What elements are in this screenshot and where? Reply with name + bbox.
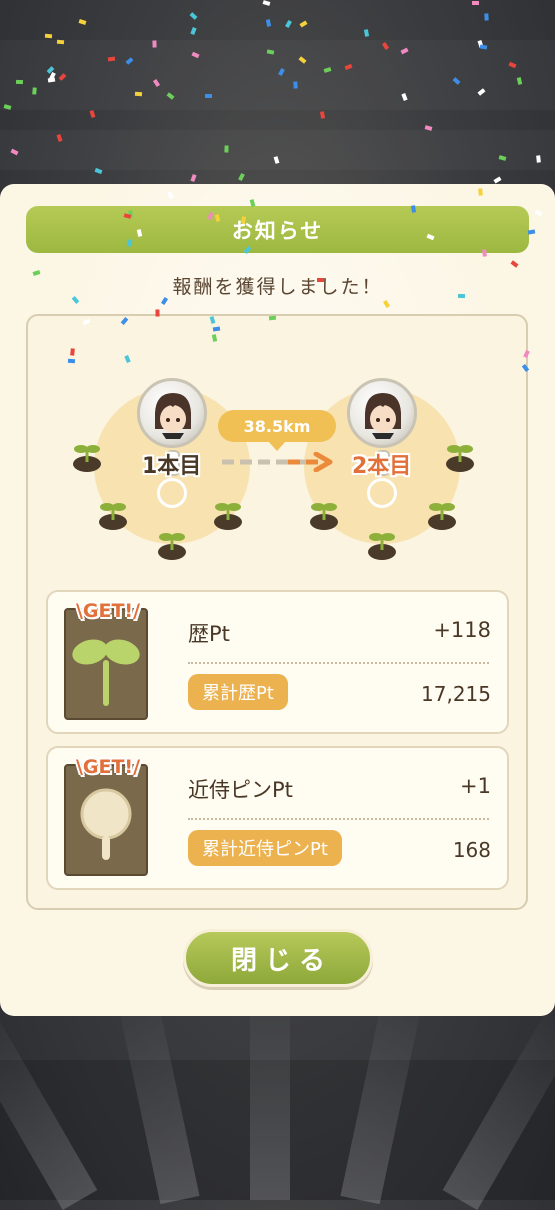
confetti-piece <box>69 348 75 356</box>
divider <box>188 662 489 664</box>
divider <box>188 818 489 820</box>
sprout-icon <box>368 533 396 560</box>
confetti-piece <box>472 0 480 5</box>
confetti-piece <box>190 173 197 182</box>
total-label-pill: 累計近侍ピンPt <box>188 830 342 866</box>
confetti-piece <box>44 33 52 38</box>
get-badge: \GET!/ <box>75 600 141 622</box>
confetti-piece <box>482 249 487 258</box>
sprout-icon <box>446 445 474 472</box>
confetti-piece <box>78 19 87 26</box>
from-tree-label: 1本目 <box>142 454 202 479</box>
confetti-piece <box>224 145 229 153</box>
confetti-piece <box>479 44 487 50</box>
total-label-pill: 累計歴Pt <box>188 674 288 710</box>
reward-card: \GET!/ 近侍ピンPt +1 累計近侍ピンPt 168 <box>46 746 509 890</box>
distance-bubble-tail <box>268 441 286 451</box>
confetti-piece <box>152 40 157 48</box>
reward-name: 歴Pt <box>188 622 230 646</box>
confetti-piece <box>15 79 23 84</box>
sprout-icon <box>73 445 101 472</box>
confetti-piece <box>536 155 541 163</box>
sprout-icon <box>64 608 148 720</box>
dialog-subtitle: 報酬を獲得しました！ <box>172 276 383 298</box>
confetti-piece <box>477 188 483 197</box>
sprout-icon <box>310 503 338 530</box>
confetti-piece <box>299 20 308 28</box>
confetti-piece <box>107 56 116 62</box>
sprout-icon <box>158 533 186 560</box>
total-value: 168 <box>452 838 491 862</box>
character-face-icon <box>155 393 191 439</box>
background-band <box>0 40 555 110</box>
confetti-piece <box>410 205 416 213</box>
sprout-icon <box>214 503 242 530</box>
confetti-piece <box>47 77 55 83</box>
confetti-piece <box>205 93 213 98</box>
large-sprout-icon <box>72 639 140 706</box>
confetti-piece <box>56 39 64 45</box>
confetti-piece <box>31 87 37 96</box>
character-pin-icon <box>137 378 207 448</box>
reward-name: 近侍ピンPt <box>188 778 293 802</box>
confetti-piece <box>89 110 96 119</box>
confetti-piece <box>67 359 75 364</box>
pin-ring <box>157 478 187 508</box>
total-value: 17,215 <box>421 682 491 706</box>
dashed-arrow-icon <box>222 452 333 472</box>
confetti-piece <box>316 278 324 283</box>
sprout-icon <box>428 503 456 530</box>
reward-gain: +118 <box>433 618 491 642</box>
confetti-piece <box>265 18 271 27</box>
confetti-piece <box>528 229 536 235</box>
pin-ring <box>367 478 397 508</box>
get-badge: \GET!/ <box>75 756 141 778</box>
confetti-piece <box>285 19 293 28</box>
confetti-piece <box>262 0 271 6</box>
dialog-header: お知らせ <box>26 206 529 253</box>
confetti-piece <box>363 28 369 37</box>
confetti-piece <box>458 293 466 299</box>
character-pin-icon <box>347 378 417 448</box>
distance-bubble: 38.5km <box>218 410 336 442</box>
confetti-piece <box>493 176 502 184</box>
close-button[interactable]: 閉じる <box>183 929 373 987</box>
to-tree-label: 2本目 <box>352 454 412 479</box>
sprout-icon <box>99 503 127 530</box>
confetti-piece <box>484 13 489 21</box>
confetti-piece <box>319 111 325 120</box>
confetti-piece <box>269 315 277 320</box>
confetti-piece <box>189 12 198 21</box>
confetti-piece <box>155 309 160 318</box>
reward-card: \GET!/ 歴Pt +118 累計歴Pt 17,215 <box>46 590 509 734</box>
large-pin-icon <box>80 788 132 860</box>
reward-gain: +1 <box>460 774 491 798</box>
character-face-icon <box>365 393 401 439</box>
confetti-piece <box>190 26 198 35</box>
confetti-piece <box>293 81 298 89</box>
pin-icon <box>64 764 148 876</box>
confetti-piece <box>237 173 245 182</box>
confetti-piece <box>136 229 142 237</box>
confetti-piece <box>135 91 143 97</box>
background-band <box>0 130 555 170</box>
